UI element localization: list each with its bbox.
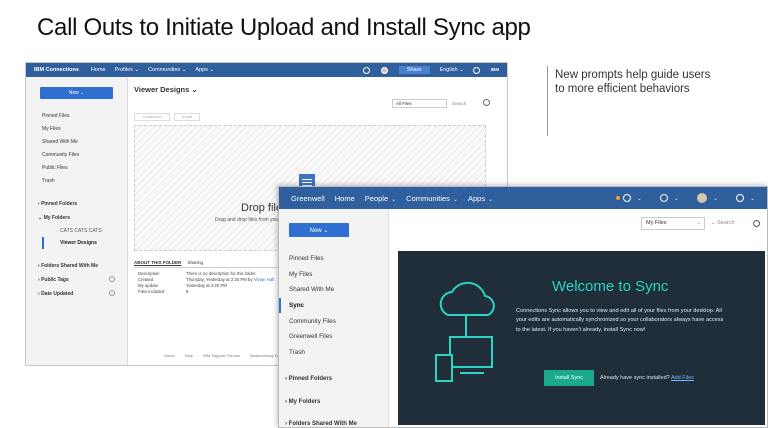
notifications-icon[interactable] [362,66,370,74]
tab-about[interactable]: ABOUT THIS FOLDER [134,260,181,265]
sidebar-item-my-files[interactable]: My Files [26,122,127,135]
about-details: Description There is no description for t… [138,271,274,295]
section-my-folders[interactable]: ⌄ My Folders [26,211,127,225]
install-sync-button[interactable]: Install Sync [544,370,594,386]
welcome-title: Welcome to Sync [552,278,669,295]
sidebar-item-community-files[interactable]: Community Files [279,313,388,329]
avatar-icon[interactable] [380,66,388,74]
footer-link[interactable]: IBM Support Forums [203,353,240,358]
sidebar-item-my-files[interactable]: My Files [279,267,388,283]
chevron-down-icon: ⌄ [488,196,494,203]
already-installed-text: Already have sync installed? Add Files [600,375,694,381]
status-dot-icon [615,196,620,200]
sidebar-item-trash[interactable]: Trash [26,174,127,187]
brand-label[interactable]: IBM Connections [34,67,79,73]
nav-apps[interactable]: Apps ⌄ [468,194,493,203]
add-files-link[interactable]: Add Files [671,375,694,381]
tab-sharing[interactable]: Sharing [188,260,204,265]
brand-label[interactable]: Greenwell [291,194,325,203]
nav-profiles[interactable]: Profiles ⌄ [115,67,139,73]
folder-heading[interactable]: Viewer Designs ⌄ [134,85,198,94]
help-icon[interactable] [472,66,480,74]
chevron-down-icon: ⌄ [452,196,458,203]
sidebar-item-public-files[interactable]: Public Files [26,161,127,174]
footer-link[interactable]: Home [164,353,175,358]
presentation-slide: Call Outs to Initiate Upload and Install… [0,0,768,428]
folder-item-selected[interactable]: Viewer Designs [42,237,127,249]
nav-apps[interactable]: Apps ⌄ [195,67,214,73]
welcome-sync-panel: Welcome to Sync Connections Sync allows … [398,251,765,425]
sidebar-item-pinned-files[interactable]: Pinned Files [279,251,388,267]
sidebar-item-shared-with-me[interactable]: Shared With Me [26,135,127,148]
cloud-devices-icon [435,281,495,382]
section-folders-shared[interactable]: › Folders Shared With Me [279,421,357,427]
sidebar-item-pinned-files[interactable]: Pinned Files [26,109,127,122]
sidebar-item-shared-with-me[interactable]: Shared With Me [279,282,388,298]
chevron-down-icon: ⌄ [391,196,397,203]
activity-menu[interactable]: ⌄ [615,194,642,202]
activity-icon [622,194,631,202]
filter-select[interactable]: All Files [392,99,447,108]
sidebar: New ⌄ Pinned Files My Files Shared With … [279,209,389,427]
chevron-down-icon: ⌄ [712,195,718,202]
section-folders-shared[interactable]: › Folders Shared With Me [26,259,127,273]
chevron-down-icon: ⌄ [673,195,679,202]
footer-link[interactable]: Help [185,353,193,358]
nav-home[interactable]: Home [91,67,106,73]
nav-people[interactable]: People ⌄ [365,194,396,203]
notifications-menu[interactable]: ⌄ [659,194,679,202]
section-pinned-folders[interactable]: › Pinned Folders [26,197,127,211]
share-button[interactable]: Share [398,66,430,74]
download-button[interactable]: Download [134,113,170,121]
profile-menu[interactable]: ⌄ [696,193,718,203]
chevron-down-icon: ⌄ [636,195,642,202]
ibm-logo: IBM [490,66,499,72]
nav-communities[interactable]: Communities ⌄ [406,194,458,203]
author-link[interactable]: Vivian Hall [254,277,274,283]
new-button[interactable]: New ⌄ [289,223,349,237]
new-button[interactable]: New ⌄ [40,87,113,99]
section-my-folders[interactable]: › My Folders [279,399,320,405]
chevron-down-icon: ⌄ [696,220,701,226]
bell-icon [659,194,668,202]
search-icon[interactable] [483,99,490,106]
sidebar-item-community-files[interactable]: Community Files [26,148,127,161]
sidebar-item-trash[interactable]: Trash [279,345,388,361]
sidebar: New ⌄ Pinned Files My Files Shared With … [26,77,128,365]
slide-title: Call Outs to Initiate Upload and Install… [37,14,531,41]
nav-communities[interactable]: Communities ⌄ [148,67,186,73]
help-icon [735,194,744,202]
help-icon[interactable] [109,290,115,296]
section-date-updated[interactable]: › Date Updated [26,287,127,301]
top-nav-bar: IBM Connections Home Profiles ⌄ Communit… [26,63,507,77]
help-icon[interactable] [109,276,115,282]
detail-row: Files included 9 [138,289,189,294]
language-select[interactable]: English ⌄ [440,67,464,73]
callout-divider [547,66,548,136]
search-input[interactable]: ⌄ Search [711,217,751,230]
search-icon[interactable] [753,220,760,227]
avatar [696,193,707,203]
sidebar-item-sync[interactable]: Sync [279,297,388,314]
share-folder-button[interactable]: Share [174,113,200,121]
files-window-foreground: Greenwell Home People ⌄ Communities ⌄ Apps… [278,186,768,428]
help-menu[interactable]: ⌄ [735,194,755,202]
filter-select[interactable]: My Files ⌄ [641,217,705,230]
chevron-down-icon: ⌄ [749,195,755,202]
sidebar-item-greenwell-files[interactable]: Greenwell Files [279,329,388,345]
callout-text: New prompts help guide users to more eff… [555,69,711,95]
section-pinned-folders[interactable]: › Pinned Folders [279,376,332,382]
section-public-tags[interactable]: › Public Tags [26,273,127,287]
top-nav-bar: Greenwell Home People ⌄ Communities ⌄ Apps… [279,187,767,209]
folder-item[interactable]: CATS CATS CATS [26,225,127,237]
welcome-body: Connections Sync allows you to view and … [516,308,724,333]
nav-home[interactable]: Home [335,194,355,203]
